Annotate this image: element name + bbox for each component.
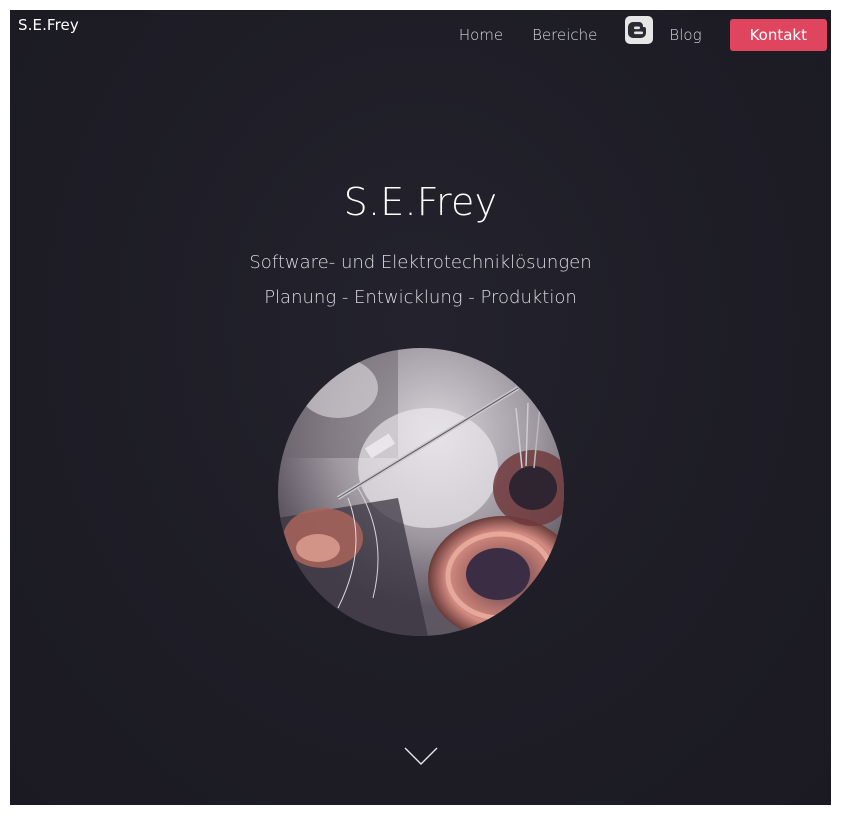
nav-home[interactable]: Home <box>459 26 503 44</box>
nav-blog[interactable]: Blog <box>669 26 701 44</box>
hero-title: S.E.Frey <box>343 180 498 224</box>
hero-subtitle-process: Planung - Entwicklung - Produktion <box>264 287 577 308</box>
main-nav: Home Bereiche Blog Kontakt <box>459 16 827 51</box>
hero-subtitle-services: Software- und Elektrotechniklösungen <box>249 252 592 273</box>
page: S.E.Frey Home Bereiche Blog Kontakt S.E.… <box>10 10 831 805</box>
brand-logo[interactable]: S.E.Frey <box>18 16 79 34</box>
blogger-icon[interactable] <box>625 16 654 44</box>
kontakt-button[interactable]: Kontakt <box>729 19 827 51</box>
hero-image <box>278 348 564 636</box>
nav-bereiche[interactable]: Bereiche <box>532 26 597 44</box>
chevron-down-icon[interactable] <box>404 746 438 766</box>
